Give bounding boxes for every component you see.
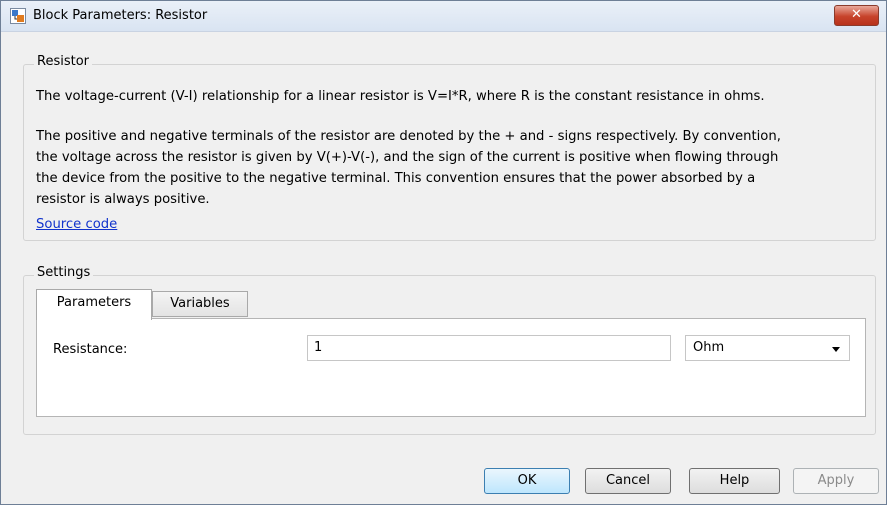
title-bar[interactable]: Block Parameters: Resistor ✕	[1, 1, 886, 32]
cancel-button[interactable]: Cancel	[585, 468, 671, 494]
help-button[interactable]: Help	[689, 468, 780, 494]
description-line-1: The voltage-current (V-I) relationship f…	[36, 89, 765, 104]
resistance-label: Resistance:	[53, 342, 128, 357]
source-code-link[interactable]: Source code	[36, 217, 117, 232]
parameters-tab-panel	[36, 318, 866, 417]
tab-parameters-label: Parameters	[56, 295, 132, 310]
resistance-input[interactable]: 1	[307, 335, 671, 361]
ok-button[interactable]: OK	[484, 468, 570, 494]
apply-button: Apply	[793, 468, 879, 494]
resistance-unit-dropdown[interactable]: Ohm	[685, 335, 850, 361]
description-line-2: The positive and negative terminals of t…	[36, 129, 781, 144]
tab-parameters[interactable]: Parameters	[36, 289, 152, 320]
chevron-down-icon	[832, 347, 840, 352]
description-line-5: resistor is always positive.	[36, 192, 210, 207]
description-line-3: the voltage across the resistor is given…	[36, 150, 779, 165]
close-button[interactable]: ✕	[834, 5, 879, 26]
tab-variables-label: Variables	[170, 296, 230, 311]
description-line-4: the device from the positive to the nega…	[36, 171, 756, 186]
resistance-unit-value: Ohm	[693, 340, 725, 355]
settings-legend: Settings	[34, 265, 94, 280]
window-title: Block Parameters: Resistor	[33, 8, 208, 23]
block-parameters-dialog: Block Parameters: Resistor ✕ Resistor Th…	[0, 0, 887, 505]
block-name-legend: Resistor	[34, 54, 92, 69]
simulink-block-icon	[10, 8, 26, 24]
tab-variables[interactable]: Variables	[152, 291, 248, 317]
